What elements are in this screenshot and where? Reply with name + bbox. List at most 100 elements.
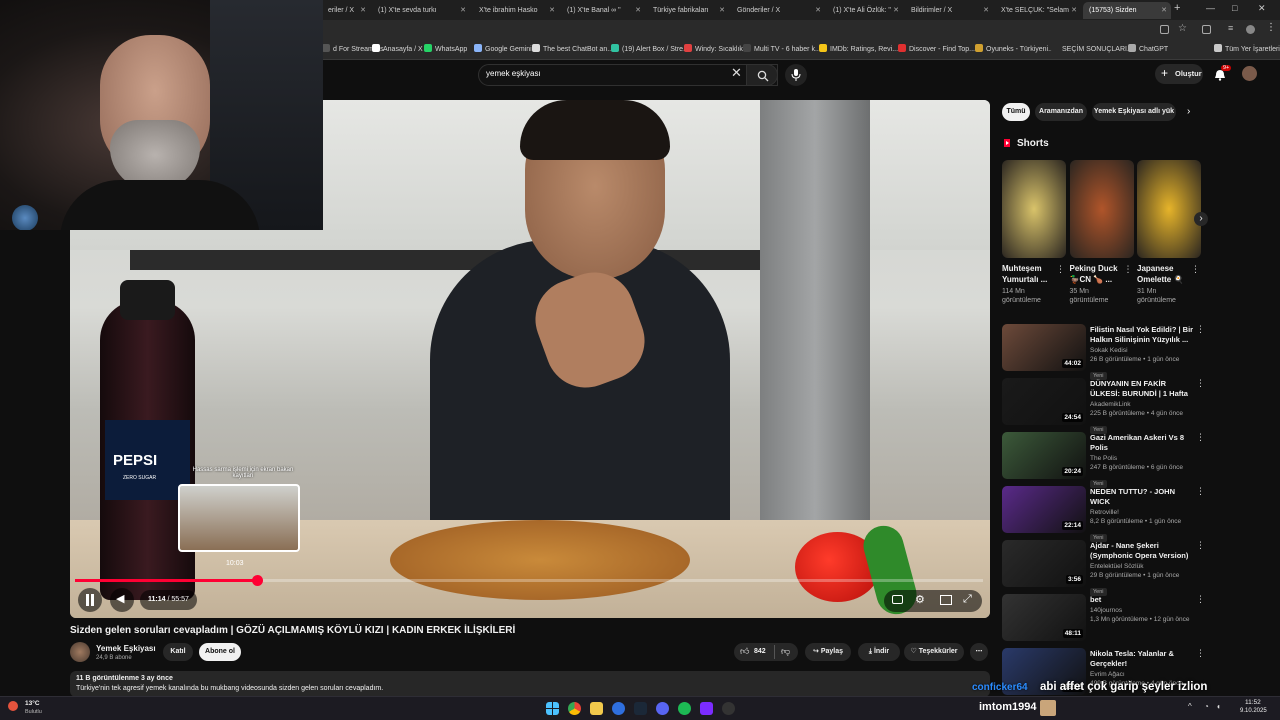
bookmark-item[interactable]: Multi TV - 6 haber k... xyxy=(743,44,821,53)
chevron-up-icon[interactable]: ^ xyxy=(1188,702,1192,711)
voice-search-button[interactable] xyxy=(785,64,807,86)
video-thumbnail[interactable]: 48:11 xyxy=(1002,594,1086,641)
clock-time[interactable]: 11:52 xyxy=(1245,699,1261,706)
weather-icon[interactable] xyxy=(8,701,18,711)
bookmark-item[interactable]: WhatsApp xyxy=(424,44,467,53)
video-menu-icon[interactable]: ⋮ xyxy=(1196,378,1205,389)
like-count[interactable]: 842 xyxy=(754,648,766,655)
subtitles-icon[interactable] xyxy=(892,595,903,604)
video-title[interactable]: DÜNYANIN EN FAKİR ÜLKESİ: BURUNDİ | 1 Ha… xyxy=(1090,379,1194,399)
browser-tab[interactable]: Bildirimler / X ✕ xyxy=(905,2,993,19)
short-thumbnail[interactable] xyxy=(1137,160,1201,258)
file-explorer-icon[interactable] xyxy=(590,702,603,715)
notifications-button[interactable]: 9+ xyxy=(1212,65,1232,82)
clock-date[interactable]: 9.10.2025 xyxy=(1240,708,1267,714)
menu-lines-icon[interactable]: ≡ xyxy=(1228,23,1233,33)
all-bookmarks-folder[interactable]: Tüm Yer İşaretleri xyxy=(1214,44,1280,53)
thumbs-up-icon[interactable]: 👍︎ xyxy=(740,646,749,657)
video-menu-icon[interactable]: ⋮ xyxy=(1196,648,1205,659)
video-menu-icon[interactable]: ⋮ xyxy=(1196,540,1205,551)
profile-icon[interactable] xyxy=(1246,25,1255,34)
clear-search-icon[interactable]: ✕ xyxy=(731,65,742,81)
pause-button[interactable] xyxy=(78,588,102,612)
thumbs-down-icon[interactable]: 👎︎ xyxy=(781,646,790,657)
bookmark-item[interactable]: Oyuneks - Türkiyeni... xyxy=(975,44,1054,53)
video-menu-icon[interactable]: ⋮ xyxy=(1196,324,1205,335)
edge-icon[interactable] xyxy=(612,702,625,715)
short-menu-icon[interactable]: ⋮ xyxy=(1124,264,1133,275)
browser-tab[interactable]: (15753) Sizden ✕ xyxy=(1083,2,1171,19)
close-tab-icon[interactable]: ✕ xyxy=(815,2,821,19)
close-tab-icon[interactable]: ✕ xyxy=(549,2,555,19)
obs-icon[interactable] xyxy=(722,702,735,715)
related-video-info[interactable]: Gazi Amerikan Askeri Vs 8 Polis The Polis… xyxy=(1090,433,1194,490)
bookmark-item[interactable]: The best ChatBot an... xyxy=(532,44,613,53)
video-title[interactable]: Ajdar - Nane Şekeri (Symphonic Opera Ver… xyxy=(1090,541,1194,561)
channel-avatar[interactable] xyxy=(70,642,90,662)
discord-icon[interactable] xyxy=(656,702,669,715)
bookmark-item[interactable]: (19) Alert Box / Stre... xyxy=(611,44,689,53)
window-close-icon[interactable]: ✕ xyxy=(1258,3,1266,14)
settings-gear-icon[interactable]: ⚙ xyxy=(915,593,925,606)
fullscreen-icon[interactable]: ⤢ xyxy=(963,593,972,606)
video-thumbnail[interactable]: 44:02 xyxy=(1002,324,1086,371)
subscribe-button[interactable]: Abone ol xyxy=(199,643,241,661)
video-thumbnail[interactable]: 3:56 xyxy=(1002,540,1086,587)
window-minimize-icon[interactable]: — xyxy=(1206,3,1215,13)
bookmark-item[interactable]: Discover - Find Top... xyxy=(898,44,975,53)
volume-button[interactable]: ◀ xyxy=(110,588,134,612)
new-tab-plus-icon[interactable]: + xyxy=(1174,2,1180,14)
video-thumbnail[interactable]: 20:24 xyxy=(1002,432,1086,479)
browser-tab[interactable]: Gönderiler / X ✕ xyxy=(731,2,825,19)
video-title[interactable]: Filistin Nasıl Yok Edildi? | Bir Halkın … xyxy=(1090,325,1194,345)
video-title[interactable]: Gazi Amerikan Askeri Vs 8 Polis xyxy=(1090,433,1194,453)
browser-tab[interactable]: X'te SELÇUK: "Selam ✕ xyxy=(995,2,1081,19)
short-thumbnail[interactable] xyxy=(1002,160,1066,258)
browser-tab[interactable]: Türkiye fabrikaları ✕ xyxy=(647,2,729,19)
extensions-icon[interactable] xyxy=(1202,25,1211,34)
channel-name[interactable]: Yemek Eşkiyası xyxy=(96,644,156,653)
star-icon[interactable]: ☆ xyxy=(1178,23,1187,34)
browser-tab[interactable]: X'te ibrahim Hasko ✕ xyxy=(473,2,559,19)
browser-tab[interactable]: (1) X'te sevda turkı ✕ xyxy=(372,2,470,19)
short-menu-icon[interactable]: ⋮ xyxy=(1191,264,1200,275)
progress-scrubber[interactable] xyxy=(252,575,263,586)
steam-icon[interactable] xyxy=(634,702,647,715)
filter-chip[interactable]: Aramanızdan xyxy=(1035,103,1087,121)
short-thumbnail[interactable] xyxy=(1069,160,1134,258)
close-tab-icon[interactable]: ✕ xyxy=(1161,2,1167,19)
close-tab-icon[interactable]: ✕ xyxy=(893,2,899,19)
related-video-info[interactable]: bet 140journos 1,3 Mn görüntüleme • 12 gün… xyxy=(1090,595,1194,624)
bookmark-item[interactable]: Google Gemini xyxy=(474,44,532,53)
volume-icon[interactable]: ◖ xyxy=(1216,702,1221,711)
short-menu-icon[interactable]: ⋮ xyxy=(1056,264,1065,275)
related-video-info[interactable]: Ajdar - Nane Şekeri (Symphonic Opera Ver… xyxy=(1090,541,1194,598)
related-video-info[interactable]: NEDEN TUTTU? - JOHN WICK Retroville! 8,2 B… xyxy=(1090,487,1194,544)
progress-track[interactable] xyxy=(75,575,983,586)
windows-start-icon[interactable] xyxy=(546,702,559,715)
video-menu-icon[interactable]: ⋮ xyxy=(1196,594,1205,605)
window-maximize-icon[interactable]: □ xyxy=(1232,3,1237,13)
close-tab-icon[interactable]: ✕ xyxy=(983,2,989,19)
create-button[interactable]: + Oluştur xyxy=(1155,64,1203,84)
twitch-icon[interactable] xyxy=(700,702,713,715)
download-button[interactable]: ⤓ İndir xyxy=(858,643,900,661)
network-icon[interactable]: ◔ xyxy=(1204,702,1209,711)
chips-next-chevron-icon[interactable]: › xyxy=(1187,106,1190,117)
video-menu-icon[interactable]: ⋮ xyxy=(1196,486,1205,497)
video-thumbnail[interactable]: 24:54 xyxy=(1002,378,1086,425)
short-title[interactable]: Japanese Omelette 🍳 xyxy=(1137,263,1195,285)
search-button[interactable] xyxy=(746,64,778,86)
thanks-button[interactable]: ♡ Teşekkürler xyxy=(904,643,964,661)
bookmark-item[interactable]: IMDb: Ratings, Revi... xyxy=(819,44,898,53)
close-tab-icon[interactable]: ✕ xyxy=(719,2,725,19)
close-tab-icon[interactable]: ✕ xyxy=(1071,2,1077,19)
account-avatar[interactable] xyxy=(1242,66,1257,81)
video-title[interactable]: NEDEN TUTTU? - JOHN WICK xyxy=(1090,487,1194,507)
video-title[interactable]: Nikola Tesla: Yalanlar & Gerçekler! xyxy=(1090,649,1194,669)
kebab-menu-icon[interactable]: ⋮ xyxy=(1266,22,1276,33)
close-tab-icon[interactable]: ✕ xyxy=(635,2,641,19)
browser-tab[interactable]: eriler / X ✕ xyxy=(322,2,370,19)
miniplayer-icon[interactable] xyxy=(940,595,952,605)
browser-tab[interactable]: (1) X'te Ali Özlük: " ✕ xyxy=(827,2,903,19)
